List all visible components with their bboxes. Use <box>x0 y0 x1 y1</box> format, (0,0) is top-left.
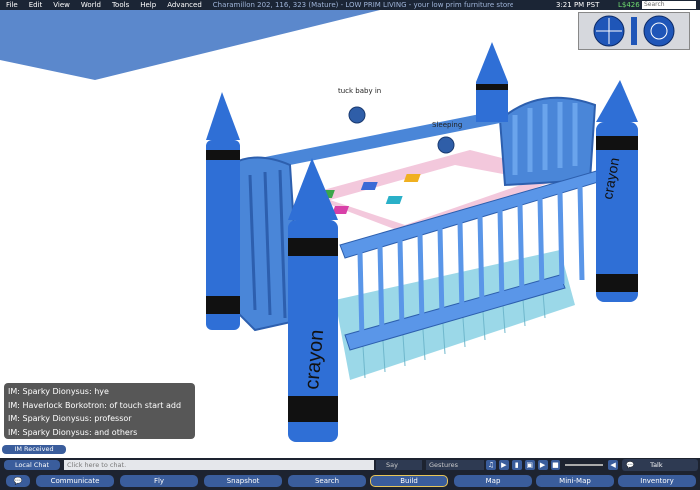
gestures-dropdown[interactable]: Gestures <box>426 460 484 470</box>
crayon-post-front-right: crayon <box>596 80 638 302</box>
zoom-slider[interactable] <box>631 17 637 45</box>
media-controls: ♫ ▶ ▮ ▣ ▶ ■ ◀ <box>486 459 618 471</box>
map-button[interactable]: Map <box>454 475 532 487</box>
menu-tools[interactable]: Tools <box>106 0 134 10</box>
chat-line: IM: Sparky Dionysus: professor <box>8 414 132 423</box>
menu-help[interactable]: Help <box>134 0 161 10</box>
menu-view[interactable]: View <box>47 0 75 10</box>
chat-history: IM: Sparky Dionysus: hye IM: Haverlock B… <box>4 383 195 439</box>
music-icon: ♫ <box>486 460 496 470</box>
play-icon[interactable]: ▶ <box>498 460 509 470</box>
stop-icon[interactable]: ■ <box>550 460 561 470</box>
chat-line: IM: Sparky Dionysus: and others <box>8 427 138 437</box>
chat-input[interactable]: Click here to chat. <box>64 460 374 470</box>
say-button[interactable]: Say <box>376 460 422 470</box>
voice-controls[interactable]: 💬 Talk <box>622 459 698 471</box>
sky-slab <box>0 10 380 80</box>
bottom-toolbar: 💬 Communicate Fly Snapshot Search Build … <box>0 472 700 490</box>
sleeping-label: Sleeping <box>432 121 463 129</box>
menu-edit[interactable]: Edit <box>23 0 48 10</box>
region-info[interactable]: Charamillon 202, 116, 323 (Mature) - LOW… <box>213 1 513 9</box>
search-button[interactable]: Search <box>288 475 366 487</box>
mini-map-button[interactable]: Mini-Map <box>536 475 614 487</box>
clock: 3:21 PM PST <box>556 1 600 9</box>
chat-line: IM: Haverlock Borkotron: of touch start … <box>8 400 182 410</box>
im-received-button[interactable]: IM Received <box>2 445 66 454</box>
crayon-post-back-left <box>206 92 240 330</box>
pause-icon[interactable]: ▮ <box>511 460 522 470</box>
chat-line: IM: Sparky Dionysus: hye <box>8 387 109 396</box>
chat-history-button[interactable]: 💬 <box>6 475 30 487</box>
chat-bubble-icon: 💬 <box>626 461 635 469</box>
menu-file[interactable]: File <box>0 0 23 10</box>
menu-bar: File Edit View World Tools Help Advanced… <box>0 0 700 10</box>
film-icon: ▣ <box>524 460 535 470</box>
menu-advanced[interactable]: Advanced <box>161 0 207 10</box>
snapshot-button[interactable]: Snapshot <box>204 475 282 487</box>
talk-button[interactable]: Talk <box>650 461 662 469</box>
inventory-button[interactable]: Inventory <box>618 475 696 487</box>
balance[interactable]: L$426 <box>618 0 640 10</box>
mini-map[interactable] <box>578 12 690 50</box>
chat-bar: Local Chat Click here to chat. Say Gestu… <box>0 458 700 472</box>
menu-world[interactable]: World <box>75 0 106 10</box>
speaker-icon[interactable]: ◀ <box>608 460 618 470</box>
tuck-baby-in-orb[interactable] <box>348 106 366 124</box>
play-video-icon[interactable]: ▶ <box>537 460 548 470</box>
local-chat-button[interactable]: Local Chat <box>4 460 60 470</box>
tuck-baby-in-label: tuck baby in <box>338 87 382 95</box>
volume-slider[interactable] <box>565 464 604 466</box>
communicate-button[interactable]: Communicate <box>36 475 114 487</box>
crayon-post-back-right <box>476 42 508 122</box>
fly-button[interactable]: Fly <box>120 475 198 487</box>
search-input[interactable]: Search <box>642 1 696 9</box>
build-button[interactable]: Build <box>370 475 448 487</box>
sleeping-orb[interactable] <box>437 136 455 154</box>
compass-right-icon <box>643 15 675 47</box>
